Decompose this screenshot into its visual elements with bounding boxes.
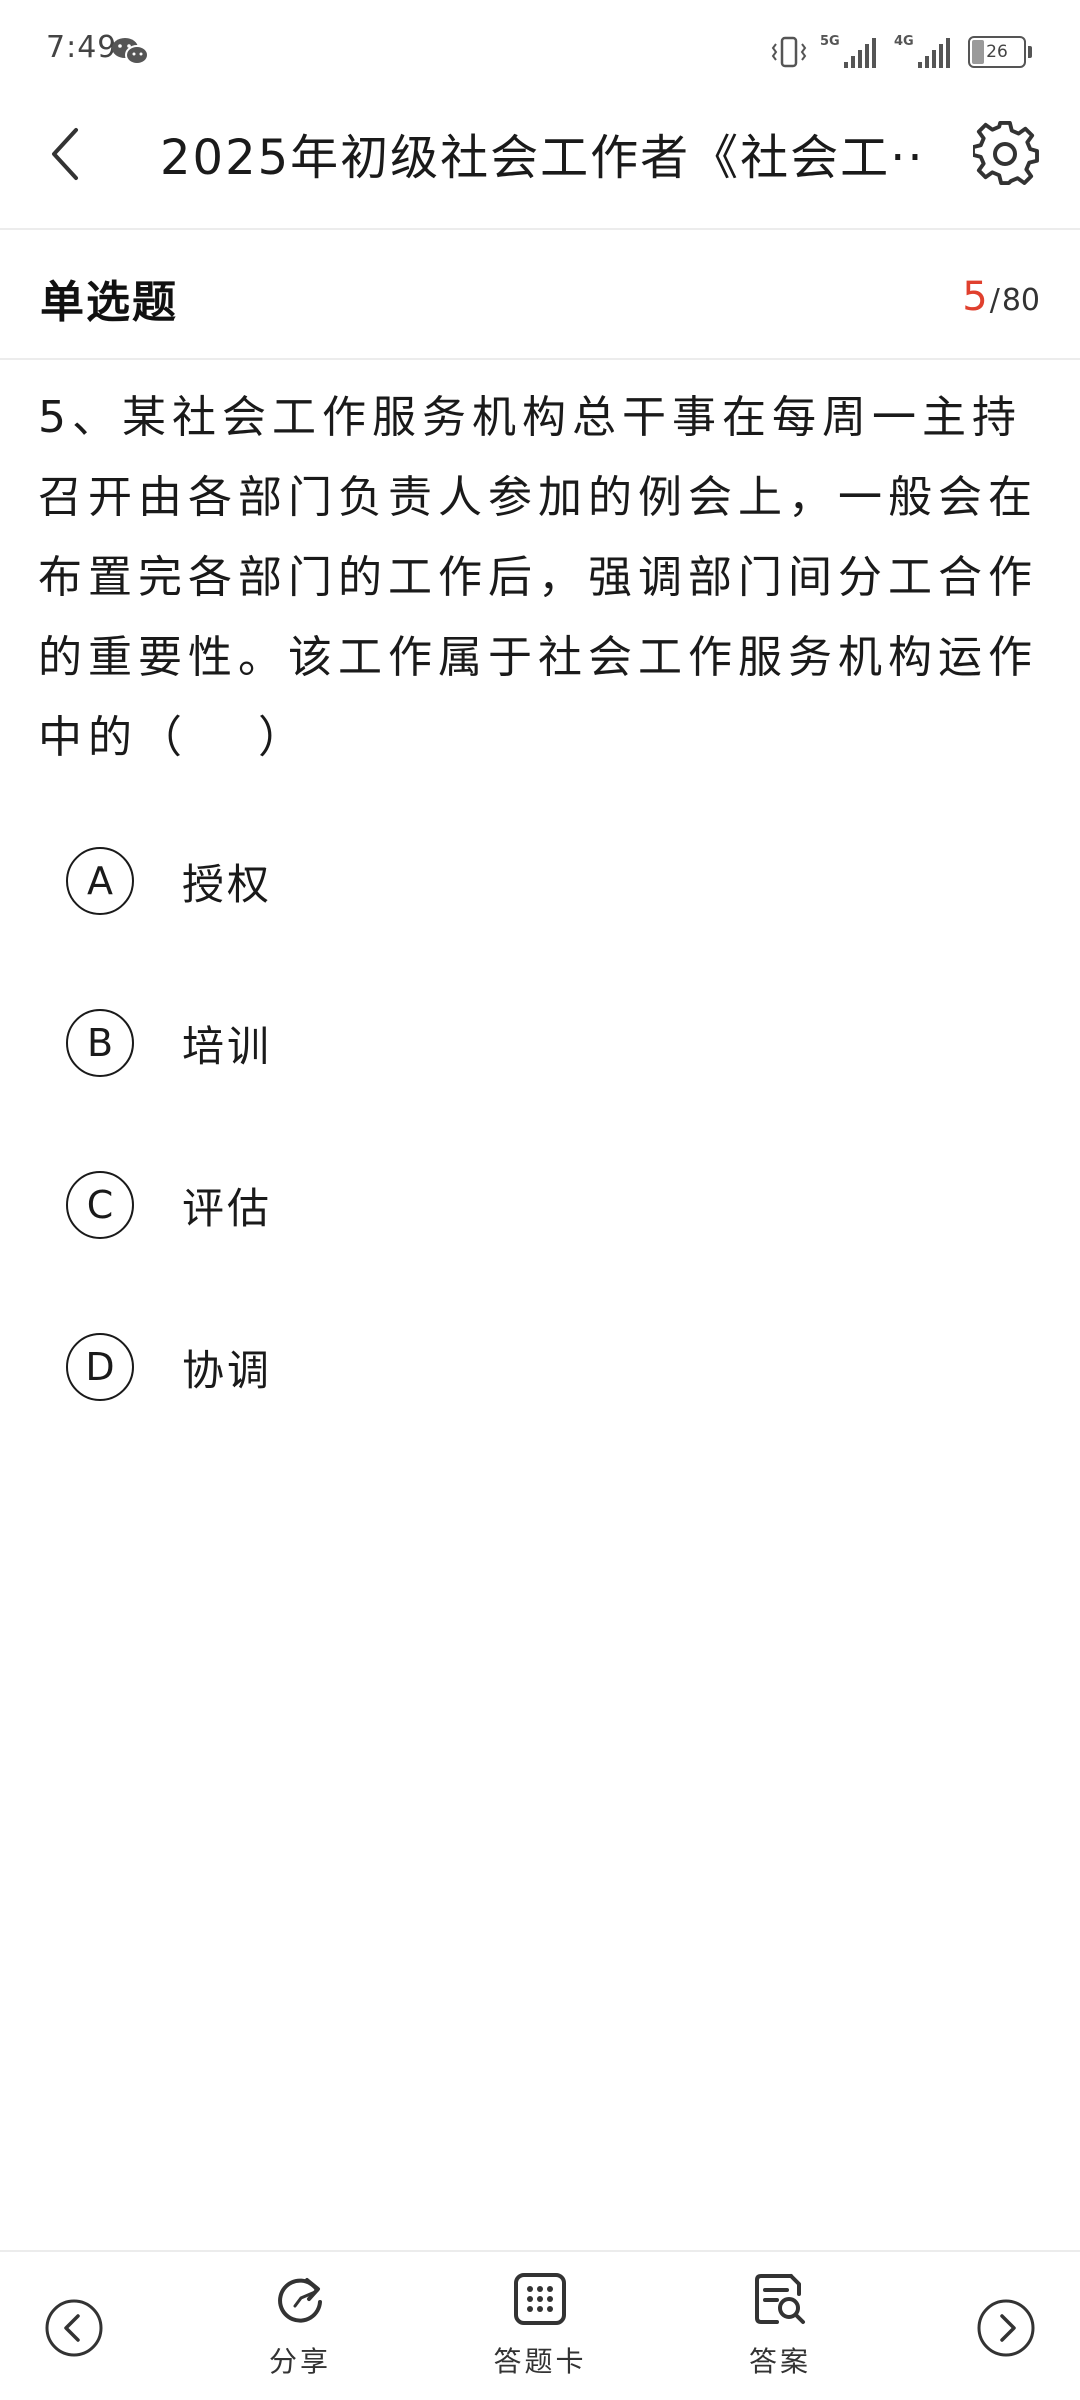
- circle-chevron-left-icon: [45, 2299, 103, 2357]
- wechat-icon: [112, 38, 149, 65]
- prev-question-button[interactable]: [44, 2298, 104, 2358]
- battery-fill: [972, 40, 984, 64]
- network-5g: 5G: [820, 34, 882, 70]
- document-search-icon: [755, 2274, 805, 2324]
- grid-icon: [514, 2273, 566, 2325]
- option-a-letter: A: [66, 847, 134, 915]
- bottom-nav: 分享 答题卡 答案: [0, 2250, 1080, 2400]
- settings-button[interactable]: [968, 116, 1044, 192]
- option-d-letter: D: [66, 1333, 134, 1401]
- network-4g: 4G: [894, 34, 956, 70]
- signal-icon-5g: [844, 38, 876, 68]
- option-b-letter: B: [66, 1009, 134, 1077]
- option-a-text: 授权: [182, 859, 273, 909]
- signal-icon-4g: [918, 38, 950, 68]
- back-button[interactable]: [36, 124, 96, 184]
- gear-icon: [973, 121, 1039, 185]
- question-type-label: 单选题: [40, 277, 178, 328]
- network-4g-label: 4G: [894, 34, 914, 49]
- progress-total: 80: [1001, 283, 1040, 318]
- option-b[interactable]: B 培训: [0, 962, 1080, 1124]
- answer-card-label: 答题卡: [493, 2345, 587, 2378]
- option-c-text: 评估: [182, 1183, 273, 1233]
- answer-card-button[interactable]: 答题卡: [460, 2270, 620, 2380]
- share-button[interactable]: 分享: [220, 2270, 380, 2380]
- option-a[interactable]: A 授权: [0, 800, 1080, 962]
- answer-button[interactable]: 答案: [700, 2270, 860, 2380]
- option-d[interactable]: D 协调: [0, 1286, 1080, 1448]
- network-5g-label: 5G: [820, 34, 840, 49]
- progress-separator: /: [989, 283, 1000, 318]
- battery-level: 26: [986, 42, 1008, 62]
- option-c[interactable]: C 评估: [0, 1124, 1080, 1286]
- question-text: 5、某社会工作服务机构总干事在每周一主持召开由各部门负责人参加的例会上，一般会在…: [38, 392, 1038, 763]
- battery-tip: [1028, 46, 1032, 58]
- vibrate-icon: [771, 36, 807, 68]
- chevron-left-icon: [52, 128, 78, 180]
- share-label: 分享: [268, 2345, 331, 2378]
- battery-icon: 26: [968, 36, 1026, 68]
- app-header: 2025年初级社会工作者《社会工··: [0, 100, 1080, 230]
- next-question-button[interactable]: [976, 2298, 1036, 2358]
- option-d-text: 协调: [182, 1345, 273, 1395]
- option-c-letter: C: [66, 1171, 134, 1239]
- answer-label: 答案: [748, 2345, 811, 2378]
- question-progress: 5 / 80: [962, 274, 1040, 320]
- options-list: A 授权 B 培训 C 评估 D 协调: [0, 800, 1080, 1448]
- option-b-text: 培训: [182, 1021, 273, 1071]
- status-indicators: 5G 4G 26: [770, 32, 1032, 72]
- refresh-share-icon: [278, 2278, 322, 2323]
- page-title: 2025年初级社会工作者《社会工··: [160, 130, 920, 186]
- question-type-row: 单选题 5 / 80: [0, 230, 1080, 360]
- progress-current: 5: [962, 274, 988, 320]
- app-root: 7:49 5G 4G 26 2025年初级社会工作者《社会工·· 单选题 5 /…: [0, 0, 1080, 2400]
- status-bar: 7:49 5G 4G 26: [0, 0, 1080, 100]
- status-time: 7:49: [46, 30, 118, 65]
- circle-chevron-right-icon: [977, 2299, 1035, 2357]
